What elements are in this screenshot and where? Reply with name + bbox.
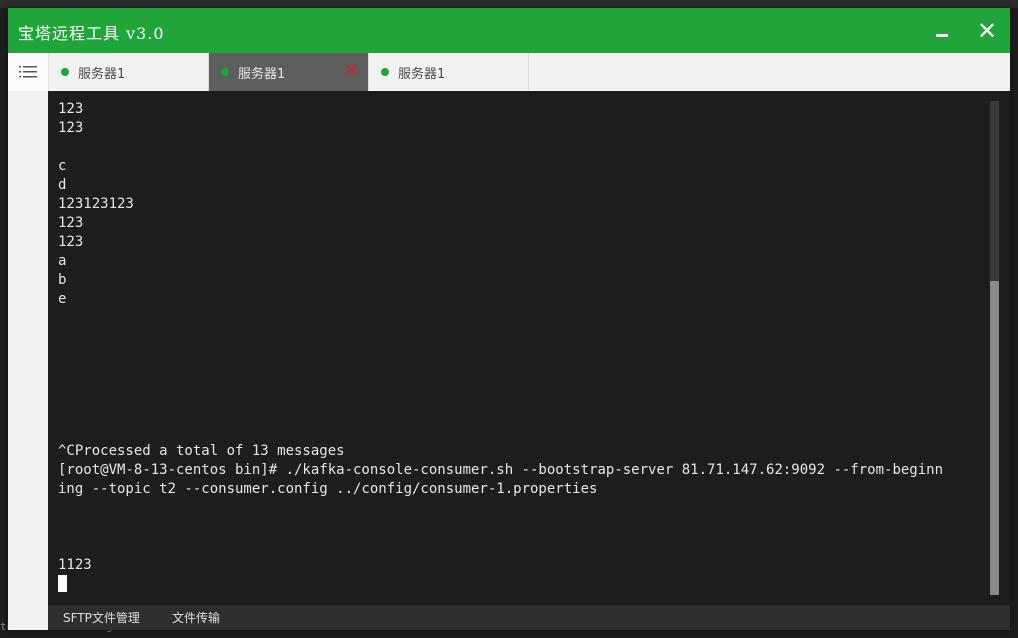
connection-status-dot bbox=[221, 68, 229, 76]
connection-status-dot bbox=[381, 68, 389, 76]
list-menu-icon bbox=[19, 66, 37, 78]
tab-close-icon[interactable]: ✕ bbox=[342, 61, 360, 81]
terminal-cursor bbox=[58, 575, 67, 592]
tab-label: 服务器1 bbox=[78, 67, 126, 82]
app-window: 宝塔远程工具 v3.0 ✕ 服务器1 服务器1 ✕ 服务器1 123 123 c… bbox=[8, 8, 1010, 630]
sftp-file-manager-button[interactable]: SFTP文件管理 bbox=[63, 609, 140, 626]
menu-button[interactable] bbox=[8, 53, 49, 91]
connection-status-dot bbox=[61, 68, 69, 76]
close-button[interactable]: ✕ bbox=[972, 16, 1002, 46]
close-icon: ✕ bbox=[976, 17, 998, 45]
terminal-pane[interactable]: 123 123 c d 123123123 123 123 a b e ^CPr… bbox=[48, 91, 1010, 605]
background-desktop-strip bbox=[0, 0, 1018, 8]
minimize-icon bbox=[936, 34, 948, 37]
tab-server-3[interactable]: 服务器1 bbox=[369, 53, 529, 91]
minimize-button[interactable] bbox=[927, 16, 957, 46]
tab-server-2[interactable]: 服务器1 ✕ bbox=[209, 53, 369, 91]
bottom-toolbar: SFTP文件管理 文件传输 bbox=[48, 605, 1010, 630]
tab-bar: 服务器1 服务器1 ✕ 服务器1 bbox=[8, 53, 1010, 91]
tab-label: 服务器1 bbox=[398, 67, 446, 82]
file-transfer-button[interactable]: 文件传输 bbox=[172, 609, 220, 626]
side-panel bbox=[8, 91, 48, 630]
title-bar[interactable]: 宝塔远程工具 v3.0 ✕ bbox=[8, 8, 1010, 53]
tab-label: 服务器1 bbox=[238, 67, 286, 82]
scrollbar-thumb[interactable] bbox=[990, 281, 999, 595]
tab-server-1[interactable]: 服务器1 bbox=[49, 53, 209, 91]
terminal-output-text: 123 123 c d 123123123 123 123 a b e ^CPr… bbox=[58, 101, 944, 573]
terminal-scrollbar[interactable] bbox=[990, 101, 999, 595]
terminal-output: 123 123 c d 123123123 123 123 a b e ^CPr… bbox=[58, 100, 988, 595]
window-title: 宝塔远程工具 v3.0 bbox=[18, 24, 165, 43]
